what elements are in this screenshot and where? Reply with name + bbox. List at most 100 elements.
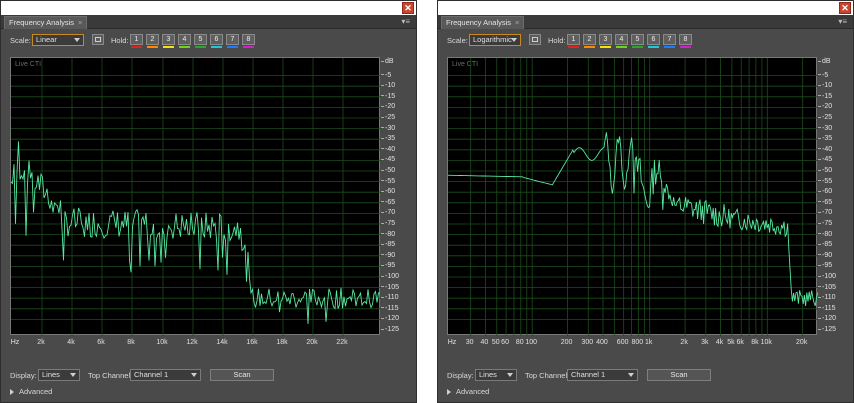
window-settings-icon[interactable] — [92, 34, 104, 45]
scale-dropdown[interactable]: Linear — [32, 34, 84, 46]
x-tick-label: 3k — [701, 339, 709, 346]
y-tick-label: -25 — [818, 114, 832, 121]
y-tick-label: -120 — [381, 315, 399, 322]
hold-button-8[interactable]: 8 — [242, 34, 255, 48]
top-channel-value: Channel 1 — [571, 370, 606, 379]
close-window-button[interactable]: ✕ — [839, 2, 851, 14]
window-titlebar: ✕ — [1, 1, 416, 15]
hold-button-5[interactable]: 5 — [631, 34, 644, 48]
frequency-axis: Hz 30 40 50 60 80 100 200 300 400 600 800 1k 2k 3k 4k 5k… — [447, 339, 819, 349]
y-tick-label: -100 — [381, 273, 399, 280]
x-tick-label: 4k — [715, 339, 724, 346]
chevron-down-icon — [70, 373, 76, 377]
y-tick-label: -75 — [818, 220, 832, 227]
scale-dropdown[interactable]: Logarithmic — [469, 34, 521, 46]
hold-button-8[interactable]: 8 — [679, 34, 692, 48]
x-tick-label: 10k — [760, 339, 772, 346]
y-tick-label: -15 — [381, 93, 395, 100]
y-tick-label: -30 — [381, 125, 395, 132]
tab-close-icon[interactable]: × — [515, 18, 519, 27]
toolbar: Scale: Linear Hold: 12345678 — [1, 29, 416, 55]
y-tick-label: -45 — [818, 156, 832, 163]
y-tick-label: -120 — [818, 315, 836, 322]
hold-button-6[interactable]: 6 — [647, 34, 660, 48]
hold-button-3[interactable]: 3 — [162, 34, 175, 48]
tab-close-icon[interactable]: × — [78, 18, 82, 27]
hold-button-4[interactable]: 4 — [178, 34, 191, 48]
hold-color-swatch — [680, 46, 691, 48]
hold-button-2[interactable]: 2 — [583, 34, 596, 48]
y-tick-label: -50 — [381, 167, 395, 174]
hold-button-5[interactable]: 5 — [194, 34, 207, 48]
chevron-down-icon — [74, 38, 80, 42]
y-tick-label: -40 — [818, 146, 832, 153]
top-channel-value: Channel 1 — [134, 370, 169, 379]
y-tick-label: -20 — [818, 103, 832, 110]
y-tick-label: -35 — [818, 135, 832, 142]
tab-frequency-analysis[interactable]: Frequency Analysis × — [441, 16, 525, 29]
window-settings-icon[interactable] — [529, 34, 541, 45]
hold-color-swatch — [195, 46, 206, 48]
y-tick-label: -15 — [818, 93, 832, 100]
hold-button-4[interactable]: 4 — [615, 34, 628, 48]
y-tick-label: -125 — [381, 326, 399, 333]
x-tick-label: 800 — [631, 339, 644, 346]
spectrum-trace — [11, 141, 381, 325]
frequency-analysis-window-linear: ✕ Frequency Analysis × ▾≡ Scale: Linear H… — [0, 0, 417, 403]
x-tick-label: 6k — [736, 339, 744, 346]
chevron-down-icon — [507, 373, 513, 377]
top-channel-dropdown[interactable]: Channel 1 — [130, 369, 201, 381]
spectrum-plot[interactable]: Live CTI — [10, 57, 381, 336]
y-tick-label: -95 — [818, 262, 832, 269]
expand-triangle-icon — [10, 389, 14, 396]
close-window-button[interactable]: ✕ — [402, 2, 414, 14]
advanced-toggle[interactable]: Advanced — [447, 387, 489, 396]
x-tick-label: Hz — [447, 339, 457, 346]
x-tick-label: 4k — [67, 339, 75, 346]
y-tick-label: -25 — [381, 114, 395, 121]
x-tick-label: 200 — [560, 339, 573, 346]
y-tick-label: -70 — [381, 209, 395, 216]
display-label: Display: — [10, 371, 37, 380]
spectrum-plot[interactable]: Live CTI — [447, 57, 818, 336]
display-dropdown[interactable]: Lines — [475, 369, 517, 381]
top-channel-dropdown[interactable]: Channel 1 — [567, 369, 638, 381]
y-tick-label: -40 — [381, 146, 395, 153]
db-axis: dB -5 -10 -15 -20 -25 -30 -35 -40 -45 -50 -55 -60 -65… — [381, 57, 415, 337]
hold-color-swatch — [243, 46, 254, 48]
scale-label: Scale: — [447, 36, 468, 45]
advanced-label: Advanced — [456, 387, 490, 396]
x-tick-label: Hz — [10, 339, 20, 346]
display-dropdown[interactable]: Lines — [38, 369, 80, 381]
hold-label: Hold: — [548, 36, 566, 45]
panel-menu-icon[interactable]: ▾≡ — [401, 17, 410, 26]
hold-button-7[interactable]: 7 — [226, 34, 239, 48]
x-tick-label: 22k — [336, 339, 348, 346]
chevron-down-icon — [191, 373, 197, 377]
x-tick-label: 5k — [727, 339, 735, 346]
scan-button[interactable]: Scan — [210, 369, 274, 381]
hold-color-swatch — [648, 46, 659, 48]
hold-button-3[interactable]: 3 — [599, 34, 612, 48]
hold-color-swatch — [664, 46, 675, 48]
advanced-toggle[interactable]: Advanced — [10, 387, 52, 396]
hold-color-swatch — [600, 46, 611, 48]
hold-button-1[interactable]: 1 — [567, 34, 580, 48]
x-tick-label: 8k — [751, 339, 759, 346]
scan-button[interactable]: Scan — [647, 369, 711, 381]
y-tick-label: -105 — [381, 284, 399, 291]
tab-frequency-analysis[interactable]: Frequency Analysis × — [4, 16, 88, 29]
panel-menu-icon[interactable]: ▾≡ — [838, 17, 847, 26]
top-channel-label: Top Channel: — [525, 371, 570, 380]
hold-button-7[interactable]: 7 — [663, 34, 676, 48]
advanced-label: Advanced — [19, 387, 53, 396]
scale-value: Linear — [36, 35, 57, 44]
x-tick-label: 30 — [465, 339, 474, 346]
y-tick-label: -65 — [818, 199, 832, 206]
x-tick-label: 400 — [596, 339, 608, 346]
hold-button-6[interactable]: 6 — [210, 34, 223, 48]
hold-button-1[interactable]: 1 — [130, 34, 143, 48]
hold-button-2[interactable]: 2 — [146, 34, 159, 48]
panel-tabbar: Frequency Analysis × ▾≡ — [438, 15, 853, 29]
y-tick-label: -60 — [381, 188, 395, 195]
